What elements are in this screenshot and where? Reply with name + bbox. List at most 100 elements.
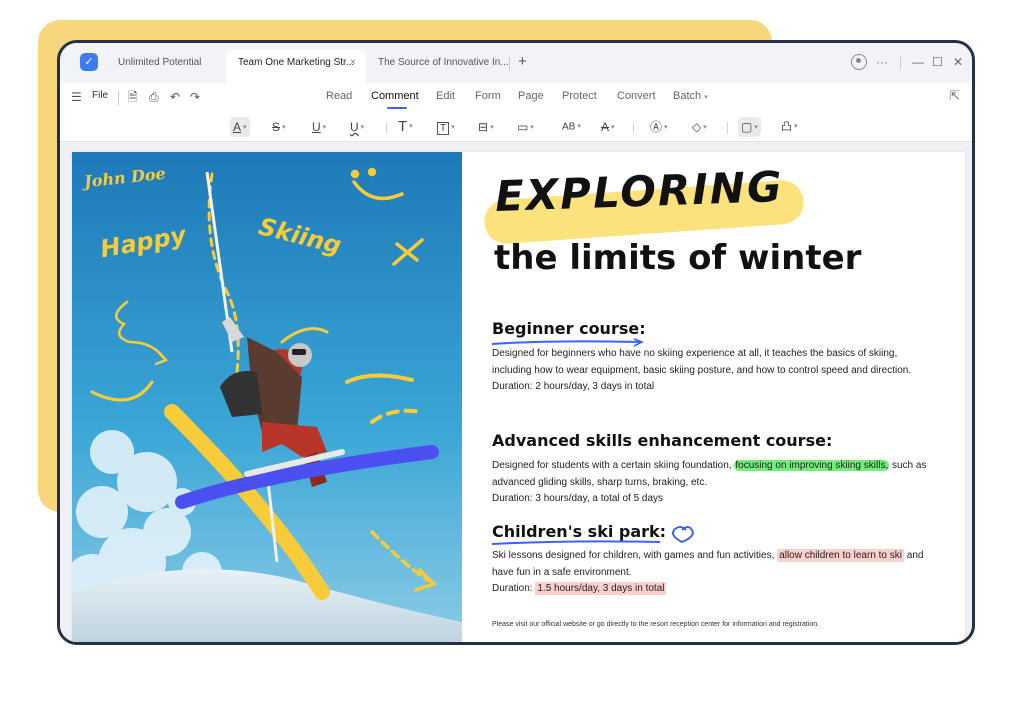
tab-page[interactable]: Page — [518, 90, 544, 102]
tab-comment[interactable]: Comment — [371, 90, 419, 102]
eraser-icon: ◇ — [692, 120, 702, 134]
app-logo-icon[interactable]: ✓ — [80, 53, 98, 71]
print-icon[interactable]: ⎙ — [149, 89, 159, 105]
app-window: ✓ Unlimited Potential Team One Marketing… — [57, 40, 975, 645]
more-options-icon[interactable]: ··· — [876, 53, 888, 71]
chevron-down-icon: ▾ — [243, 123, 247, 131]
tab-convert[interactable]: Convert — [617, 90, 656, 102]
chevron-down-icon: ▾ — [490, 123, 494, 131]
toolbar-divider — [727, 122, 728, 134]
shape-tool[interactable]: ▢ ▾ — [738, 117, 761, 137]
annotation-toolbar: A▾ S▾ U▾ U▾ T▾ T▾ ⊟▾ ▭▾ AB▾ A▾ — [60, 113, 972, 141]
chevron-down-icon: ▾ — [754, 123, 758, 131]
undo-icon[interactable]: ↶ — [170, 89, 180, 105]
hamburger-menu-icon[interactable]: ☰ — [71, 89, 82, 105]
tab-close-icon[interactable]: × — [350, 50, 356, 76]
chevron-down-icon: ▾ — [611, 123, 615, 131]
tab-divider — [509, 57, 510, 71]
callout-tool[interactable]: ⊟ ▾ — [478, 117, 494, 137]
chevron-down-icon: ▾ — [409, 123, 413, 131]
pen-tool[interactable]: Ⓐ ▾ — [650, 117, 668, 137]
beginner-description: Designed for beginners who have no skiin… — [492, 348, 912, 376]
chevron-down-icon: ▾ — [360, 123, 365, 131]
menu-divider — [118, 91, 119, 105]
note-tool[interactable]: ▭ ▾ — [517, 117, 534, 137]
strikethrough-tool[interactable]: S ▾ — [272, 117, 286, 137]
menu-row: ☰ File 🗎 ⎙ ↶ ↷ Read Comment Edit Form Pa… — [60, 83, 972, 113]
chevron-down-icon: ▾ — [322, 123, 327, 131]
stamp-tool[interactable]: 凸 ▾ — [781, 117, 798, 137]
tab-unlimited-potential[interactable]: Unlimited Potential — [106, 50, 226, 83]
tab-protect[interactable]: Protect — [562, 90, 597, 102]
section-heading-beginner: Beginner course: — [492, 319, 646, 338]
children-text-before: Ski lessons designed for children, with … — [492, 550, 775, 561]
redo-icon[interactable]: ↷ — [190, 89, 200, 105]
children-duration-label: Duration: — [492, 583, 533, 594]
note-icon: ▭ — [517, 120, 529, 134]
squiggly-underline-icon: U — [350, 120, 359, 134]
user-avatar-icon[interactable] — [851, 54, 867, 70]
toolbar-divider — [386, 122, 387, 134]
close-window-icon[interactable]: ✕ — [953, 53, 963, 71]
text-tool[interactable]: T ▾ — [398, 117, 413, 137]
shape-icon: ▢ — [741, 120, 753, 134]
section-text-beginner: Designed for beginners who have no skiin… — [492, 346, 932, 396]
chevron-down-icon: ▾ — [530, 123, 534, 131]
heart-underline-annotation — [491, 526, 694, 545]
callout-icon: ⊟ — [478, 120, 489, 134]
share-icon[interactable]: ⇱ — [949, 88, 960, 104]
section-text-children: Ski lessons designed for children, with … — [492, 548, 932, 598]
section-heading-advanced: Advanced skills enhancement course: — [492, 431, 833, 450]
tab-label: Unlimited Potential — [118, 57, 202, 68]
tab-read[interactable]: Read — [326, 90, 352, 102]
eraser-tool[interactable]: ◇ ▾ — [692, 117, 707, 137]
document-page: John Doe Happy Skiing EXPLORING the limi… — [72, 152, 965, 642]
tab-label: Team One Marketing Str... — [238, 57, 355, 68]
strikethrough-icon: S — [272, 120, 281, 134]
replace-text-icon: AB — [562, 121, 576, 133]
save-icon[interactable]: 🗎 — [128, 89, 138, 105]
chevron-down-icon: ▾ — [577, 123, 581, 130]
pink-highlight-annotation[interactable]: allow children to learn to ski — [777, 549, 904, 562]
replace-text-tool[interactable]: AB ▾ — [562, 117, 581, 137]
chevron-down-icon: ▾ — [703, 123, 707, 131]
stamp-icon: 凸 — [781, 121, 792, 133]
active-tab-indicator — [387, 107, 407, 109]
file-menu[interactable]: File — [92, 90, 108, 101]
footnote: Please visit our official website or go … — [492, 621, 820, 628]
chevron-down-icon: ▾ — [704, 94, 708, 101]
underline-icon: U — [312, 120, 321, 134]
squiggly-underline-tool[interactable]: U ▾ — [350, 117, 364, 137]
underline-tool[interactable]: U ▾ — [312, 117, 326, 137]
chevron-down-icon: ▾ — [451, 123, 455, 131]
textbox-icon: T — [437, 122, 450, 135]
tab-batch-label: Batch — [673, 90, 702, 102]
insert-text-icon: A — [601, 120, 610, 134]
tab-edit[interactable]: Edit — [436, 90, 455, 102]
advanced-text-before: Designed for students with a certain ski… — [492, 460, 732, 471]
new-tab-icon[interactable]: + — [518, 54, 527, 70]
green-highlight-annotation[interactable]: focusing on improving skiing skills, — [734, 460, 890, 471]
tab-team-one-marketing[interactable]: Team One Marketing Str... × — [226, 50, 366, 83]
tab-form[interactable]: Form — [475, 90, 501, 102]
textbox-tool[interactable]: T ▾ — [437, 117, 455, 137]
skier-photo: John Doe Happy Skiing — [72, 152, 462, 642]
document-viewport[interactable]: John Doe Happy Skiing EXPLORING the limi… — [60, 141, 972, 642]
insert-text-tool[interactable]: A ▾ — [601, 117, 615, 137]
pink-highlight-duration[interactable]: 1.5 hours/day, 3 days in total — [535, 582, 667, 595]
tab-bar: ✓ Unlimited Potential Team One Marketing… — [60, 43, 972, 83]
tab-label: The Source of Innovative In... — [378, 57, 509, 68]
tab-batch[interactable]: Batch ▾ — [673, 90, 708, 102]
advanced-duration: Duration: 3 hours/day, a total of 5 days — [492, 493, 664, 504]
chevron-down-icon: ▾ — [282, 123, 286, 131]
children-duration: Duration: 1.5 hours/day, 3 days in total — [492, 581, 932, 598]
window-controls-divider — [900, 56, 901, 70]
highlight-tool[interactable]: A ▾ — [230, 117, 250, 137]
maximize-icon[interactable]: ☐ — [932, 53, 943, 71]
text-icon: T — [398, 118, 408, 135]
minimize-icon[interactable]: — — [912, 53, 924, 71]
tab-source-of-innovative[interactable]: The Source of Innovative In... — [366, 50, 509, 83]
document-text: EXPLORING the limits of winter Beginner … — [482, 152, 962, 642]
toolbar-divider — [633, 122, 634, 134]
chevron-down-icon: ▾ — [664, 123, 668, 131]
